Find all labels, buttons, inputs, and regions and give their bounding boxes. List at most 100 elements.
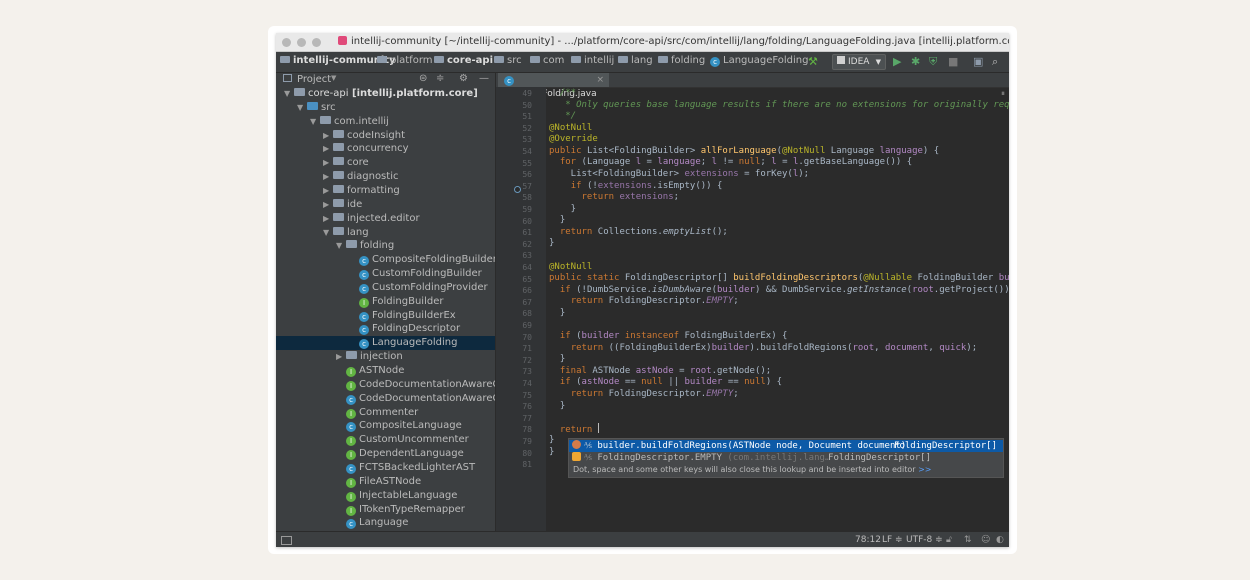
- code-area[interactable]: /** * Only queries base language results…: [549, 87, 1009, 457]
- chevron-down-icon[interactable]: ▼: [310, 115, 320, 128]
- gear-icon[interactable]: ⚙: [459, 73, 468, 84]
- scroll-from-source-icon[interactable]: ⊜: [419, 73, 427, 84]
- reader-mode-icon[interactable]: ⏸: [1001, 89, 1005, 99]
- tree-item-foldingdescriptor[interactable]: c FoldingDescriptor: [276, 322, 495, 336]
- completion-item[interactable]: ⅍ builder.buildFoldRegions(ASTNode node,…: [569, 440, 1003, 452]
- zoom-window-button[interactable]: [312, 38, 321, 47]
- editor-gutter[interactable]: 49 50 51 52 53 54 55 56 57 58 59 60 61 62 63 64 65 66 67 68…: [496, 87, 546, 531]
- chevron-down-icon[interactable]: ▼: [331, 74, 336, 82]
- close-window-button[interactable]: [282, 38, 291, 47]
- tree-item-ide[interactable]: ▶ ide: [276, 198, 495, 212]
- stop-icon[interactable]: ■: [948, 55, 958, 68]
- chevron-down-icon[interactable]: ▼: [336, 239, 346, 252]
- tree-item-customfoldingprovider[interactable]: c CustomFoldingProvider: [276, 281, 495, 295]
- chevron-right-icon[interactable]: ▶: [323, 198, 333, 211]
- tree-item-folding[interactable]: ▼ folding: [276, 239, 495, 253]
- class-icon: c: [346, 463, 356, 474]
- tree-item-customuncommenter[interactable]: I CustomUncommenter: [276, 433, 495, 447]
- coverage-icon[interactable]: ⛨: [929, 55, 937, 69]
- folder-icon: [333, 184, 344, 193]
- build-hammer-icon[interactable]: ⚒: [808, 55, 818, 68]
- breadcrumb-languagefolding[interactable]: c LanguageFolding: [710, 55, 808, 67]
- chevron-down-icon[interactable]: ▼: [297, 101, 307, 114]
- chevron-right-icon[interactable]: ▶: [336, 350, 346, 363]
- file-encoding[interactable]: UTF-8 ≑: [906, 535, 943, 545]
- tree-item-core[interactable]: ▶ core: [276, 156, 495, 170]
- tool-windows-icon[interactable]: [281, 536, 292, 545]
- tree-item-label: FoldingDescriptor: [372, 323, 461, 335]
- tree-item-fileastnode[interactable]: I FileASTNode: [276, 475, 495, 489]
- tree-item-astnode[interactable]: I ASTNode: [276, 364, 495, 378]
- tree-item-codedocumentationawareco[interactable]: c CodeDocumentationAwareCo: [276, 392, 495, 406]
- tree-item-language[interactable]: c Language: [276, 516, 495, 530]
- minimize-window-button[interactable]: [297, 38, 306, 47]
- tree-item-label: codeInsight: [347, 129, 405, 141]
- interface-icon: I: [359, 297, 369, 308]
- chevron-right-icon[interactable]: ▶: [323, 170, 333, 183]
- tree-item-injectablelanguage[interactable]: I InjectableLanguage: [276, 489, 495, 503]
- tree-item-foldingbuilder[interactable]: I FoldingBuilder: [276, 295, 495, 309]
- line-number: 49: [522, 89, 532, 98]
- tree-item-itokentyperemapper[interactable]: I ITokenTypeRemapper: [276, 503, 495, 517]
- breadcrumb-platform[interactable]: platform: [377, 55, 433, 66]
- breadcrumb-intellij[interactable]: intellij: [571, 55, 614, 66]
- debug-icon[interactable]: ✱: [911, 55, 920, 68]
- breadcrumb-folding[interactable]: folding: [658, 55, 705, 66]
- tree-item-compositefoldingbuilder[interactable]: c CompositeFoldingBuilder: [276, 253, 495, 267]
- tree-item-src[interactable]: ▼ src: [276, 101, 495, 115]
- tree-item-compositelanguage[interactable]: c CompositeLanguage: [276, 419, 495, 433]
- lock-icon[interactable]: 🔓︎: [946, 535, 952, 545]
- project-structure-icon[interactable]: ▣: [973, 55, 983, 68]
- tree-item-label: LanguageFolding: [372, 337, 458, 349]
- line-number: 63: [522, 251, 532, 261]
- event-log-icon[interactable]: ◐: [996, 535, 1004, 545]
- hint-more-link[interactable]: >>: [918, 465, 931, 474]
- class-icon: c: [359, 256, 369, 267]
- chevron-right-icon[interactable]: ▶: [323, 212, 333, 225]
- tree-item-formatting[interactable]: ▶ formatting: [276, 184, 495, 198]
- tab-languagefolding-java[interactable]: cLanguageFolding.java ×: [498, 73, 609, 99]
- folder-icon: [333, 198, 344, 207]
- tree-item-dependentlanguage[interactable]: I DependentLanguage: [276, 447, 495, 461]
- completion-item[interactable]: ⅍ FoldingDescriptor.EMPTY (com.intellij.…: [569, 452, 1003, 464]
- project-view-selector[interactable]: Project: [297, 74, 331, 85]
- tree-item-label: FoldingBuilder: [372, 295, 444, 307]
- tree-item-com-intellij[interactable]: ▼ com.intellij: [276, 115, 495, 129]
- tree-item-injection[interactable]: ▶ injection: [276, 350, 495, 364]
- run-config-selector[interactable]: IDEA ▼: [832, 54, 886, 70]
- tree-item-languagefolding[interactable]: c LanguageFolding: [276, 336, 495, 351]
- tree-item-lang[interactable]: ▼ lang: [276, 226, 495, 240]
- tree-item-concurrency[interactable]: ▶ concurrency: [276, 142, 495, 156]
- tree-item-commenter[interactable]: I Commenter: [276, 406, 495, 420]
- code-line: * Only queries base language results if …: [549, 100, 1009, 110]
- breadcrumb-core-api[interactable]: core-api: [434, 55, 493, 66]
- chevron-down-icon[interactable]: ▼: [323, 226, 333, 239]
- breadcrumb-com[interactable]: com: [530, 55, 564, 66]
- tree-item-fctsbackedlighterast[interactable]: c FCTSBackedLighterAST: [276, 461, 495, 475]
- breadcrumb-lang[interactable]: lang: [618, 55, 653, 66]
- line-separator[interactable]: LF ≑: [882, 535, 903, 545]
- chevron-down-icon[interactable]: ▼: [284, 87, 294, 100]
- caret-position[interactable]: 78:12: [855, 535, 881, 545]
- line-number: 74: [522, 379, 532, 388]
- run-icon[interactable]: ▶: [893, 55, 901, 68]
- tree-item-injected-editor[interactable]: ▶ injected.editor: [276, 212, 495, 226]
- breadcrumb-src[interactable]: src: [494, 55, 522, 66]
- tree-item-codedocumentationawareco[interactable]: I CodeDocumentationAwareCo: [276, 378, 495, 392]
- hide-panel-icon[interactable]: —: [479, 73, 489, 84]
- chevron-right-icon[interactable]: ▶: [323, 142, 333, 155]
- chevron-right-icon[interactable]: ▶: [323, 184, 333, 197]
- collapse-all-icon[interactable]: ≑: [436, 73, 444, 84]
- tree-item-core-api[interactable]: ▼ core-api [intellij.platform.core]: [276, 87, 495, 101]
- tree-item-label: CustomFoldingBuilder: [372, 268, 482, 280]
- tree-item-diagnostic[interactable]: ▶ diagnostic: [276, 170, 495, 184]
- tree-item-foldingbuilderex[interactable]: c FoldingBuilderEx: [276, 309, 495, 323]
- tree-item-customfoldingbuilder[interactable]: c CustomFoldingBuilder: [276, 267, 495, 281]
- inspector-icon[interactable]: ☺: [981, 535, 990, 545]
- close-tab-icon[interactable]: ×: [596, 73, 604, 87]
- chevron-right-icon[interactable]: ▶: [323, 156, 333, 169]
- git-icon[interactable]: ⇅: [964, 535, 972, 545]
- tree-item-codeinsight[interactable]: ▶ codeInsight: [276, 129, 495, 143]
- chevron-right-icon[interactable]: ▶: [323, 129, 333, 142]
- search-icon[interactable]: ⌕: [992, 55, 998, 69]
